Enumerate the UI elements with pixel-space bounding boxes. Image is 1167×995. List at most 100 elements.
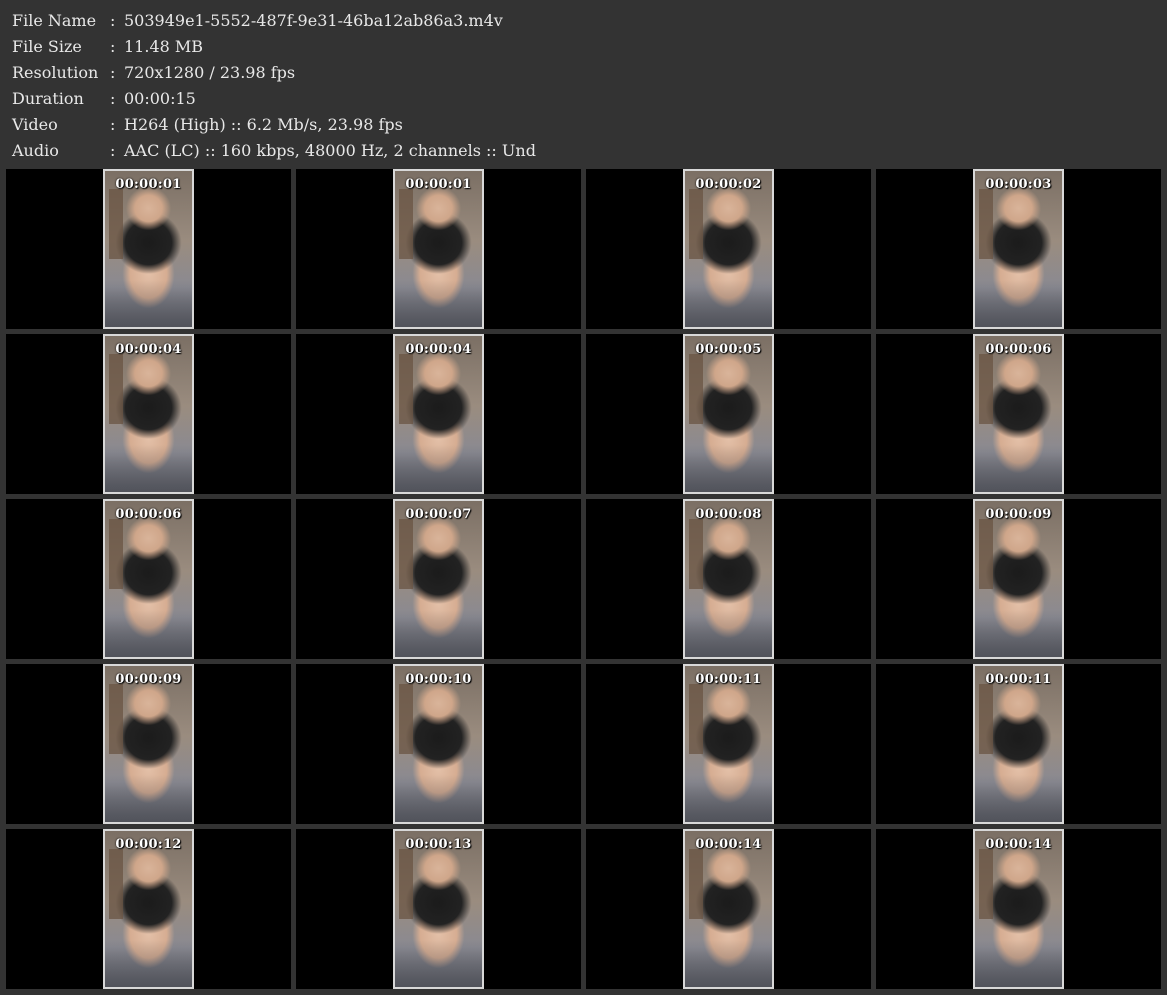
timestamp-label: 00:00:04	[115, 342, 182, 357]
frame-background-detail	[979, 189, 993, 259]
video-frame-image: 00:00:01	[393, 169, 484, 329]
timestamp-label: 00:00:14	[985, 837, 1052, 852]
info-label: Resolution	[12, 63, 99, 82]
video-frame-image: 00:00:12	[103, 829, 194, 989]
timestamp-label: 00:00:06	[115, 507, 182, 522]
video-frame-image: 00:00:11	[683, 664, 774, 824]
timestamp-label: 00:00:08	[695, 507, 762, 522]
info-row-duration: Duration : 00:00:15	[12, 86, 536, 112]
timestamp-label: 00:00:01	[405, 177, 472, 192]
frame-background-detail	[399, 684, 413, 754]
thumbnail-cell[interactable]: 00:00:11	[586, 664, 871, 824]
video-frame-image: 00:00:09	[103, 664, 194, 824]
timestamp-label: 00:00:14	[695, 837, 762, 852]
timestamp-label: 00:00:01	[115, 177, 182, 192]
info-label: Audio	[12, 141, 59, 160]
timestamp-label: 00:00:11	[985, 672, 1052, 687]
timestamp-label: 00:00:06	[985, 342, 1052, 357]
video-frame-image: 00:00:11	[973, 664, 1064, 824]
info-label: Duration	[12, 89, 84, 108]
info-row-resolution: Resolution : 720x1280 / 23.98 fps	[12, 60, 536, 86]
thumbnail-cell[interactable]: 00:00:08	[586, 499, 871, 659]
timestamp-label: 00:00:09	[985, 507, 1052, 522]
info-value: H264 (High) :: 6.2 Mb/s, 23.98 fps	[124, 115, 403, 134]
video-frame-image: 00:00:05	[683, 334, 774, 494]
frame-background-detail	[109, 354, 123, 424]
video-frame-image: 00:00:04	[393, 334, 484, 494]
video-frame-image: 00:00:04	[103, 334, 194, 494]
video-frame-image: 00:00:14	[973, 829, 1064, 989]
thumbnail-cell[interactable]: 00:00:06	[876, 334, 1161, 494]
timestamp-label: 00:00:07	[405, 507, 472, 522]
frame-background-detail	[979, 519, 993, 589]
timestamp-label: 00:00:10	[405, 672, 472, 687]
frame-background-detail	[689, 189, 703, 259]
timestamp-label: 00:00:12	[115, 837, 182, 852]
video-frame-image: 00:00:13	[393, 829, 484, 989]
thumbnail-cell[interactable]: 00:00:14	[876, 829, 1161, 989]
info-label: File Size	[12, 37, 82, 56]
thumbnail-cell[interactable]: 00:00:09	[6, 664, 291, 824]
frame-background-detail	[109, 189, 123, 259]
video-frame-image: 00:00:06	[103, 499, 194, 659]
info-value: AAC (LC) :: 160 kbps, 48000 Hz, 2 channe…	[124, 141, 536, 160]
timestamp-label: 00:00:05	[695, 342, 762, 357]
timestamp-label: 00:00:03	[985, 177, 1052, 192]
video-frame-image: 00:00:03	[973, 169, 1064, 329]
info-value: 00:00:15	[124, 89, 196, 108]
timestamp-label: 00:00:11	[695, 672, 762, 687]
video-frame-image: 00:00:09	[973, 499, 1064, 659]
video-frame-image: 00:00:10	[393, 664, 484, 824]
info-separator: :	[110, 11, 116, 30]
frame-background-detail	[979, 849, 993, 919]
thumbnail-cell[interactable]: 00:00:04	[6, 334, 291, 494]
thumbnail-cell[interactable]: 00:00:09	[876, 499, 1161, 659]
info-row-file-name: File Name : 503949e1-5552-487f-9e31-46ba…	[12, 8, 536, 34]
thumbnail-cell[interactable]: 00:00:13	[296, 829, 581, 989]
thumbnail-cell[interactable]: 00:00:12	[6, 829, 291, 989]
thumbnail-cell[interactable]: 00:00:10	[296, 664, 581, 824]
frame-background-detail	[979, 354, 993, 424]
frame-background-detail	[399, 519, 413, 589]
info-label: Video	[12, 115, 58, 134]
video-frame-image: 00:00:08	[683, 499, 774, 659]
thumbnail-grid: 00:00:01 00:00:01 00:00:02 00:00:03 00:00:04…	[6, 169, 1162, 989]
info-row-file-size: File Size : 11.48 MB	[12, 34, 536, 60]
info-separator: :	[110, 63, 116, 82]
frame-background-detail	[979, 684, 993, 754]
thumbnail-cell[interactable]: 00:00:07	[296, 499, 581, 659]
timestamp-label: 00:00:02	[695, 177, 762, 192]
video-frame-image: 00:00:14	[683, 829, 774, 989]
thumbnail-cell[interactable]: 00:00:05	[586, 334, 871, 494]
info-separator: :	[110, 115, 116, 134]
info-label: File Name	[12, 11, 97, 30]
thumbnail-cell[interactable]: 00:00:01	[6, 169, 291, 329]
thumbnail-cell[interactable]: 00:00:11	[876, 664, 1161, 824]
frame-background-detail	[109, 684, 123, 754]
frame-background-detail	[689, 849, 703, 919]
video-frame-image: 00:00:01	[103, 169, 194, 329]
thumbnail-cell[interactable]: 00:00:02	[586, 169, 871, 329]
frame-background-detail	[399, 849, 413, 919]
thumbnail-cell[interactable]: 00:00:01	[296, 169, 581, 329]
frame-background-detail	[109, 519, 123, 589]
frame-background-detail	[399, 189, 413, 259]
frame-background-detail	[689, 684, 703, 754]
info-value: 503949e1-5552-487f-9e31-46ba12ab86a3.m4v	[124, 11, 503, 30]
info-separator: :	[110, 141, 116, 160]
info-separator: :	[110, 37, 116, 56]
thumbnail-cell[interactable]: 00:00:03	[876, 169, 1161, 329]
video-frame-image: 00:00:02	[683, 169, 774, 329]
video-frame-image: 00:00:07	[393, 499, 484, 659]
file-info-panel: File Name : 503949e1-5552-487f-9e31-46ba…	[12, 8, 536, 164]
thumbnail-cell[interactable]: 00:00:14	[586, 829, 871, 989]
thumbnail-cell[interactable]: 00:00:06	[6, 499, 291, 659]
frame-background-detail	[689, 519, 703, 589]
thumbnail-cell[interactable]: 00:00:04	[296, 334, 581, 494]
info-separator: :	[110, 89, 116, 108]
frame-background-detail	[689, 354, 703, 424]
video-frame-image: 00:00:06	[973, 334, 1064, 494]
info-value: 11.48 MB	[124, 37, 204, 56]
frame-background-detail	[399, 354, 413, 424]
info-value: 720x1280 / 23.98 fps	[124, 63, 296, 82]
